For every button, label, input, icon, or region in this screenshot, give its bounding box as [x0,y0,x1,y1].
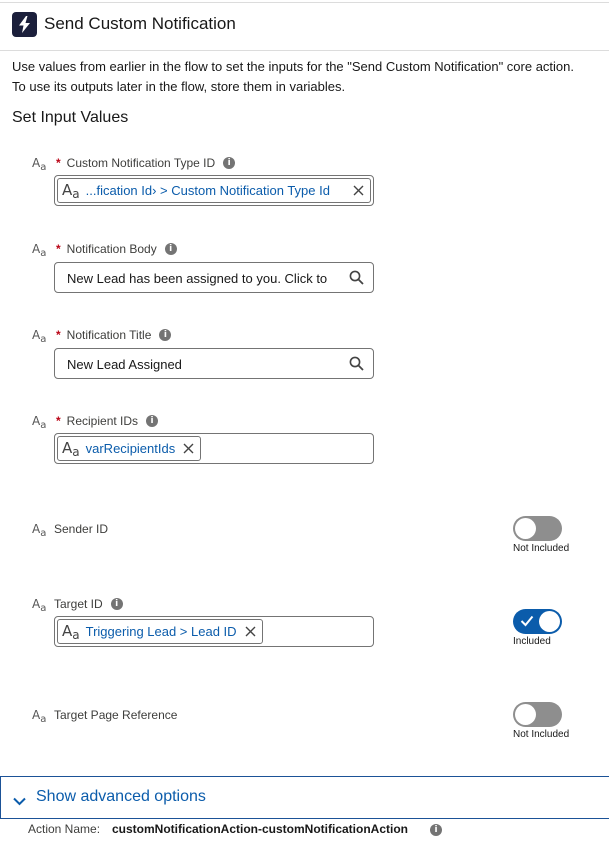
check-icon [520,615,534,630]
required-marker: * [56,156,61,170]
lightning-icon [12,12,37,37]
target-label-text: Target ID [54,597,103,611]
recipients-pill[interactable]: Aa varRecipientIds [57,436,202,461]
text-type-icon: Aa [32,156,47,173]
title-input[interactable]: New Lead Assigned [54,348,374,379]
page-ref-toggle-caption: Not Included [513,729,570,740]
required-marker: * [56,242,61,256]
advanced-options-label[interactable]: Show advanced options [36,788,206,806]
page-ref-label: Target Page Reference [54,708,178,722]
info-icon[interactable]: i [164,243,177,255]
pill-label: varRecipientIds [85,441,176,456]
type-id-label: * Custom Notification Type ID i [56,156,236,170]
target-label: Target ID i [54,597,123,611]
recipients-field[interactable]: Aa varRecipientIds [54,433,374,464]
toggle-knob [515,518,536,539]
sender-toggle-caption: Not Included [513,543,570,554]
target-include-toggle[interactable] [513,609,562,634]
action-name-value: customNotificationAction-customNotificat… [112,822,408,836]
recipients-label-text: Recipient IDs [66,414,139,428]
description-line-1: Use values from earlier in the flow to s… [12,59,574,74]
info-icon[interactable]: i [430,824,442,836]
page-ref-include-toggle[interactable] [513,702,562,727]
description-line-2: To use its outputs later in the flow, st… [12,79,346,94]
required-marker: * [56,328,61,342]
info-icon[interactable]: i [110,598,123,610]
toggle-knob [539,611,560,632]
target-toggle-caption: Included [513,636,551,647]
body-label-text: Notification Body [66,242,157,256]
text-type-icon: Aa [32,328,47,345]
search-icon[interactable] [349,356,364,374]
body-input[interactable]: New Lead has been assigned to you. Click… [54,262,374,293]
text-type-icon: Aa [32,708,47,725]
text-type-icon: Aa [32,597,47,614]
title-label-text: Notification Title [66,328,152,342]
text-type-icon: Aa [62,180,80,201]
required-marker: * [56,414,61,428]
close-icon[interactable] [353,185,364,196]
panel-title: Send Custom Notification [44,14,236,33]
target-field[interactable]: Aa Triggering Lead > Lead ID [54,616,374,647]
chevron-down-icon [13,794,26,809]
close-icon[interactable] [183,443,194,454]
type-id-label-text: Custom Notification Type ID [66,156,216,170]
type-id-pill[interactable]: Aa ...fication Id› > Custom Notification… [57,178,371,203]
toggle-knob [515,704,536,725]
section-title: Set Input Values [12,109,129,126]
search-icon[interactable] [349,270,364,288]
info-icon[interactable]: i [159,329,172,341]
close-icon[interactable] [245,626,256,637]
text-type-icon: Aa [32,242,47,259]
body-input-value: New Lead has been assigned to you. Click… [67,271,328,286]
type-id-field[interactable]: Aa ...fication Id› > Custom Notification… [54,175,374,206]
pill-label: Triggering Lead > Lead ID [85,624,237,639]
text-type-icon: Aa [32,414,47,431]
action-name-label: Action Name: [28,822,101,836]
text-type-icon: Aa [62,621,80,642]
info-icon[interactable]: i [223,157,236,169]
sender-include-toggle[interactable] [513,516,562,541]
target-pill[interactable]: Aa Triggering Lead > Lead ID [57,619,263,644]
pill-label: ...fication Id› > Custom Notification Ty… [85,183,330,198]
text-type-icon: Aa [32,522,47,539]
body-label: * Notification Body i [56,242,177,256]
info-icon[interactable]: i [146,415,159,427]
title-label: * Notification Title i [56,328,172,342]
text-type-icon: Aa [62,438,80,459]
recipients-label: * Recipient IDs i [56,414,159,428]
title-input-value: New Lead Assigned [67,357,182,372]
sender-label: Sender ID [54,522,109,536]
